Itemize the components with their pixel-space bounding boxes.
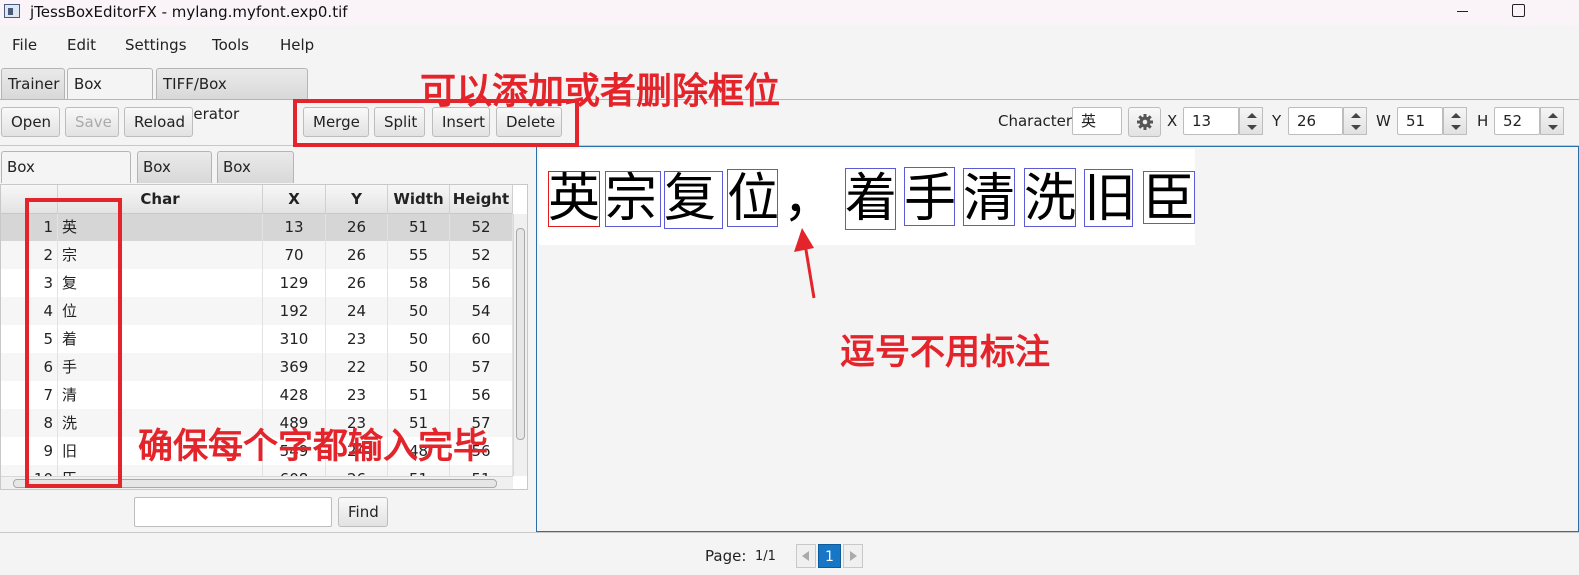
annotation-comma-note: 逗号不用标注 <box>840 333 1051 373</box>
x-field[interactable]: 13 <box>1183 107 1239 135</box>
cell-x: 129 <box>263 269 326 297</box>
char-box[interactable] <box>605 171 661 227</box>
cell-height: 52 <box>450 241 513 269</box>
cell-width: 50 <box>388 297 450 325</box>
menu-help[interactable]: Help <box>280 36 314 54</box>
menu-edit[interactable]: Edit <box>67 36 96 54</box>
cell-x: 369 <box>263 353 326 381</box>
w-stepper[interactable] <box>1443 107 1467 135</box>
char-box[interactable] <box>963 168 1015 226</box>
current-page-button[interactable]: 1 <box>818 544 841 568</box>
character-field[interactable]: 英 <box>1072 107 1122 135</box>
vertical-scrollbar[interactable] <box>513 214 527 476</box>
save-button[interactable]: Save <box>65 107 119 137</box>
header-y[interactable]: Y <box>326 185 388 214</box>
menu-settings[interactable]: Settings <box>125 36 187 54</box>
cell-height: 56 <box>450 269 513 297</box>
pager-label: Page: <box>705 547 747 565</box>
char-box[interactable] <box>727 169 778 227</box>
char-box[interactable] <box>1024 168 1076 227</box>
settings-gear-button[interactable] <box>1128 107 1161 137</box>
cell-width: 50 <box>388 353 450 381</box>
tab-tiff-box-generator[interactable]: TIFF/Box Generator <box>156 68 308 123</box>
find-button[interactable]: Find <box>338 497 388 527</box>
annotation-char-column-box <box>25 198 122 488</box>
tab-trainer[interactable]: Trainer <box>1 68 65 100</box>
tab-box-editor[interactable]: Box Editor <box>67 68 153 123</box>
cell-height: 52 <box>450 214 513 241</box>
character-label: Character <box>998 112 1073 130</box>
cell-y: 23 <box>326 381 388 409</box>
status-divider <box>0 532 1579 533</box>
h-stepper[interactable] <box>1540 107 1564 135</box>
cell-y: 26 <box>326 214 388 241</box>
tab-box-coordinates[interactable]: Box Coordinates <box>1 151 131 206</box>
window-title: jTessBoxEditorFX - mylang.myfont.exp0.ti… <box>30 3 348 21</box>
glyph-comma: ， <box>783 169 836 229</box>
cell-y: 26 <box>326 269 388 297</box>
w-label: W <box>1376 112 1391 130</box>
h-field[interactable]: 52 <box>1494 107 1540 135</box>
cell-height: 57 <box>450 353 513 381</box>
y-field[interactable]: 26 <box>1288 107 1343 135</box>
char-box[interactable] <box>904 167 955 226</box>
cell-x: 192 <box>263 297 326 325</box>
menu-tools[interactable]: Tools <box>212 36 249 54</box>
cell-width: 55 <box>388 241 450 269</box>
cell-x: 310 <box>263 325 326 353</box>
cell-height: 60 <box>450 325 513 353</box>
cell-width: 51 <box>388 214 450 241</box>
tab-divider <box>0 99 1579 100</box>
header-height[interactable]: Height <box>450 185 513 214</box>
next-page-button[interactable] <box>843 544 863 568</box>
cell-width: 58 <box>388 269 450 297</box>
tab-box-view[interactable]: Box View <box>217 151 294 206</box>
app-icon <box>4 4 20 18</box>
cell-width: 50 <box>388 325 450 353</box>
char-box[interactable] <box>1084 169 1133 227</box>
reload-button[interactable]: Reload <box>124 107 193 137</box>
open-button[interactable]: Open <box>1 107 60 137</box>
header-width[interactable]: Width <box>388 185 450 214</box>
gear-icon <box>1137 114 1153 130</box>
annotation-add-delete-note: 可以添加或者删除框位 <box>420 71 781 112</box>
find-input[interactable] <box>134 497 332 527</box>
w-field[interactable]: 51 <box>1397 107 1443 135</box>
char-box[interactable] <box>845 168 896 230</box>
cell-x: 70 <box>263 241 326 269</box>
header-x[interactable]: X <box>263 185 326 214</box>
prev-page-button[interactable] <box>796 544 816 568</box>
cell-y: 26 <box>326 241 388 269</box>
maximize-icon[interactable] <box>1508 2 1530 22</box>
menu-file[interactable]: File <box>12 36 37 54</box>
title-bar: jTessBoxEditorFX - mylang.myfont.exp0.ti… <box>0 0 1579 26</box>
cell-y: 22 <box>326 353 388 381</box>
cell-height: 54 <box>450 297 513 325</box>
cell-height: 56 <box>450 381 513 409</box>
tab-box-data[interactable]: Box Data <box>137 151 212 206</box>
annotation-arrow <box>794 228 816 299</box>
y-label: Y <box>1272 112 1282 130</box>
menu-bar: File Edit Settings Tools Help <box>0 28 1579 62</box>
cell-y: 23 <box>326 325 388 353</box>
main-tabs: Trainer Box Editor TIFF/Box Generator <box>0 66 1579 123</box>
cell-y: 24 <box>326 297 388 325</box>
minimize-icon[interactable] <box>1452 2 1474 22</box>
char-box[interactable] <box>664 171 723 229</box>
selected-char-box[interactable] <box>548 171 600 227</box>
x-stepper[interactable] <box>1239 107 1263 135</box>
char-box[interactable] <box>1143 171 1195 224</box>
h-label: H <box>1477 112 1489 130</box>
pager-count: 1/1 <box>755 549 776 564</box>
y-stepper[interactable] <box>1343 107 1367 135</box>
annotation-input-note: 确保每个字都输入完毕 <box>138 427 489 467</box>
vertical-scroll-thumb[interactable] <box>516 228 525 440</box>
cell-x: 428 <box>263 381 326 409</box>
cell-width: 51 <box>388 381 450 409</box>
page-image[interactable]: 英宗复位，着手清洗旧臣 <box>539 149 1195 245</box>
x-label: X <box>1167 112 1178 130</box>
image-viewer[interactable]: 英宗复位，着手清洗旧臣 <box>536 146 1579 532</box>
cell-x: 13 <box>263 214 326 241</box>
